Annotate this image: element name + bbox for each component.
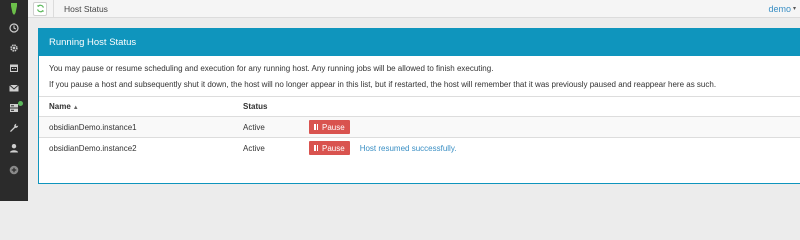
running-host-status-panel: Running Host Status You may pause or res… <box>38 28 800 184</box>
sidebar-item-users[interactable] <box>0 138 28 158</box>
user-icon <box>10 144 18 153</box>
pause-button[interactable]: Pause <box>309 120 350 134</box>
refresh-icon <box>36 4 44 13</box>
host-name: obsidianDemo.instance2 <box>39 137 233 159</box>
host-status: Active <box>233 137 299 159</box>
plus-circle-icon <box>9 165 19 175</box>
pause-icon <box>314 145 318 152</box>
pause-icon <box>314 124 318 130</box>
column-header-actions <box>299 96 800 117</box>
sidebar-item-dashboard[interactable] <box>0 18 28 38</box>
host-actions: Pause Host resumed successfully. <box>299 137 800 159</box>
envelope-icon <box>9 84 19 92</box>
sidebar-item-jobs[interactable] <box>0 58 28 78</box>
description-paragraph-2: If you pause a host and subsequently shu… <box>49 80 717 89</box>
table-row: obsidianDemo.instance1 Active Pause <box>39 116 800 138</box>
top-bar: Host Status demo ▾ <box>28 0 800 18</box>
sidebar-item-admin[interactable] <box>0 118 28 138</box>
table-row: obsidianDemo.instance2 Active Pause Host… <box>39 137 800 159</box>
page-title: Host Status <box>64 3 108 14</box>
gear-icon <box>10 44 18 52</box>
user-menu[interactable]: demo ▾ <box>768 4 796 14</box>
sort-ascending-icon: ▲ <box>72 105 79 111</box>
user-name: demo <box>768 3 791 14</box>
logo-icon[interactable] <box>0 0 28 18</box>
divider <box>53 0 54 18</box>
host-name: obsidianDemo.instance1 <box>39 116 233 138</box>
panel-title: Running Host Status <box>39 29 800 56</box>
host-actions: Pause <box>299 116 800 138</box>
pause-button[interactable]: Pause <box>309 141 350 156</box>
description-paragraph-1: You may pause or resume scheduling and e… <box>49 64 494 73</box>
caret-down-icon: ▾ <box>792 6 796 12</box>
wrench-icon <box>10 123 19 132</box>
panel-description: You may pause or resume scheduling and e… <box>39 56 800 90</box>
host-table: Name ▲ Status obsidianDemo.instance1 Acti… <box>39 96 800 159</box>
status-badge <box>18 101 23 106</box>
sidebar-item-more[interactable] <box>0 160 28 180</box>
column-header-name[interactable]: Name ▲ <box>39 96 233 117</box>
refresh-button[interactable] <box>33 1 47 16</box>
sidebar <box>0 0 28 201</box>
status-message: Host resumed successfully. <box>359 143 457 153</box>
clock-icon <box>9 23 19 33</box>
sidebar-item-hosts[interactable] <box>0 98 28 118</box>
host-status: Active <box>233 116 299 138</box>
column-header-status: Status <box>233 96 299 117</box>
calendar-icon <box>10 64 18 72</box>
table-header-row: Name ▲ Status <box>39 96 800 117</box>
sidebar-item-notifications[interactable] <box>0 78 28 98</box>
sidebar-item-configuration[interactable] <box>0 38 28 58</box>
